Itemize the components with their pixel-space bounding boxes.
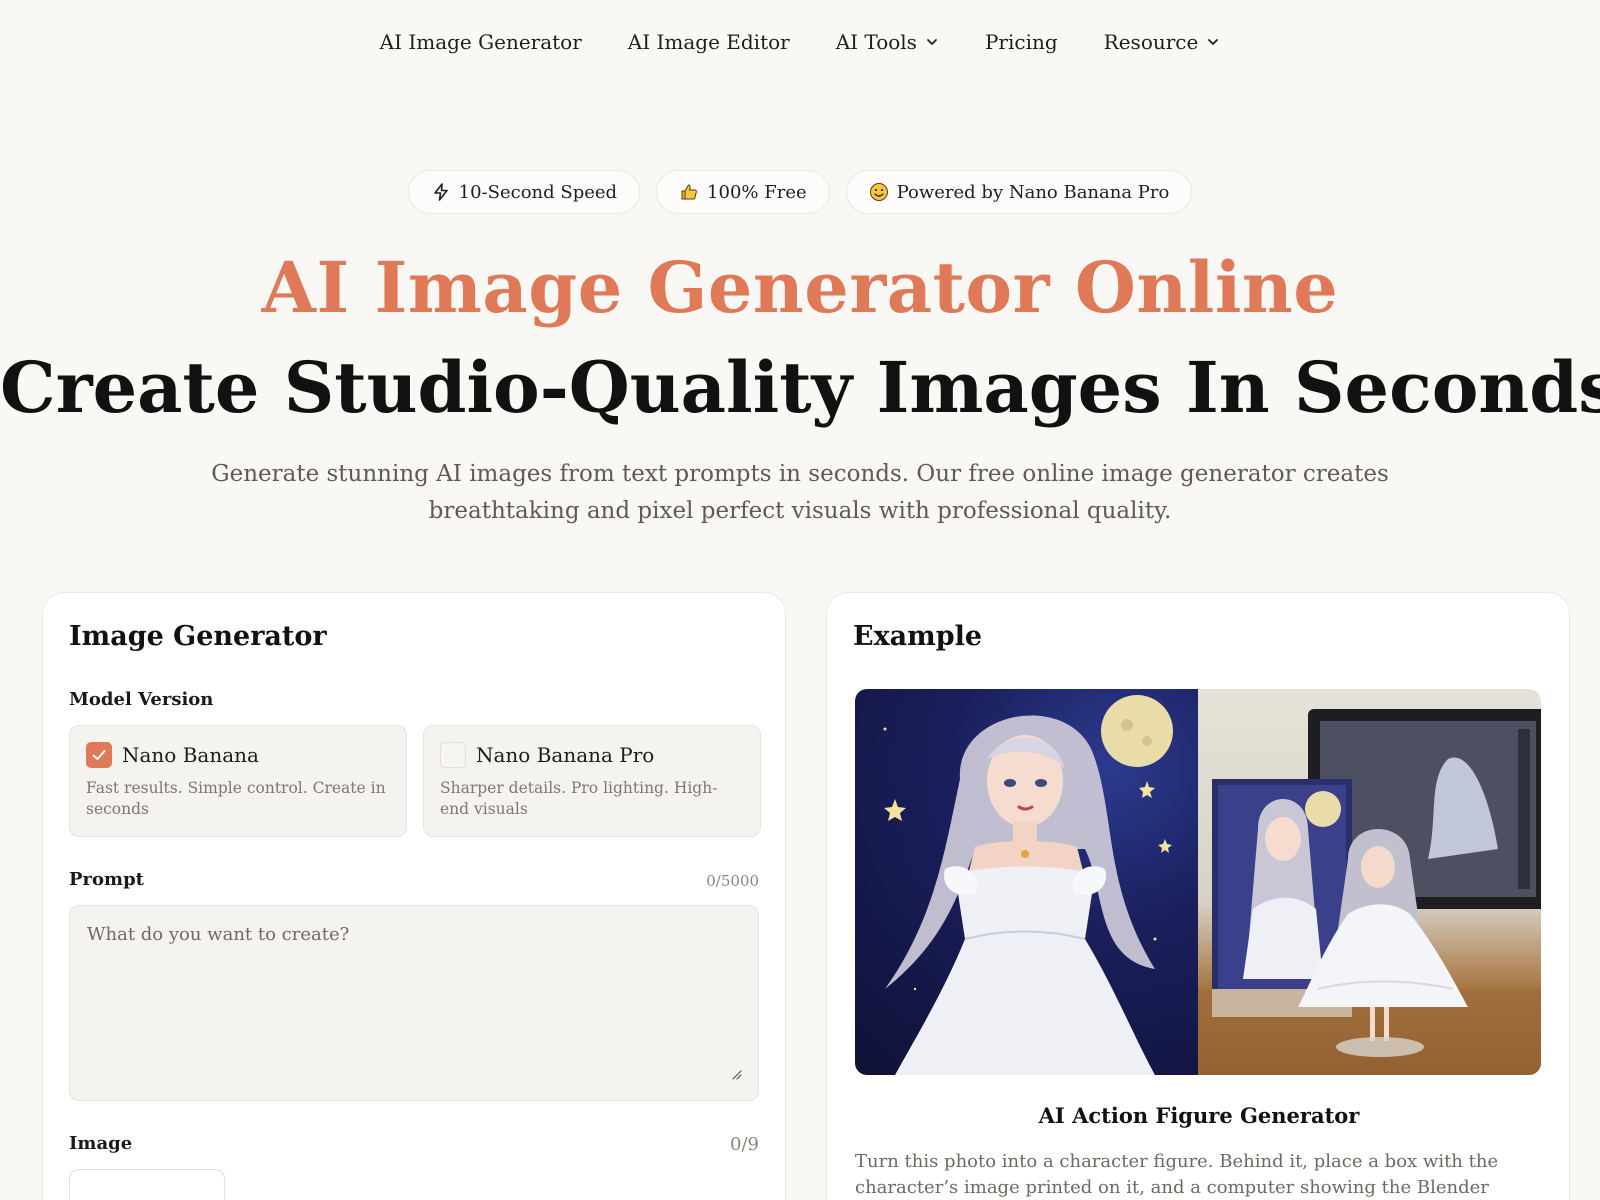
image-label: Image	[69, 1133, 133, 1154]
prompt-placeholder: What do you want to create?	[87, 924, 350, 945]
badge-free: 100% Free	[656, 170, 830, 214]
nav-label: AI Tools	[835, 30, 917, 54]
prompt-textarea[interactable]: What do you want to create?	[69, 905, 759, 1101]
nav-label: Pricing	[984, 30, 1058, 54]
model-option-nano-banana[interactable]: Nano Banana Fast results. Simple control…	[69, 725, 407, 837]
nav-ai-image-generator[interactable]: AI Image Generator	[380, 30, 582, 54]
example-card: Example AI Action Figure Generator Turn …	[826, 592, 1570, 1200]
nav-resource[interactable]: Resource	[1104, 30, 1221, 54]
chevron-down-icon	[927, 39, 937, 45]
hero-title: AI Image Generator Online	[261, 246, 1339, 329]
anime-illustration	[883, 695, 1173, 1075]
model-option-nano-banana-pro[interactable]: Nano Banana Pro Sharper details. Pro lig…	[423, 725, 761, 837]
chevron-down-icon	[1208, 39, 1219, 45]
example-description: Turn this photo into a character figure.…	[855, 1151, 1499, 1198]
badge-label: 100% Free	[707, 181, 807, 203]
nav-ai-image-editor[interactable]: AI Image Editor	[628, 30, 790, 54]
smiley-icon	[869, 183, 888, 201]
image-upload-slot[interactable]	[69, 1169, 225, 1200]
model-description: Sharper details. Pro lighting. High-end …	[440, 779, 718, 818]
resize-grip-icon[interactable]	[730, 1068, 742, 1080]
hero-subtitle: Create Studio-Quality Images In Seconds	[0, 346, 1600, 429]
nav-pricing[interactable]: Pricing	[985, 30, 1058, 54]
nav-label: AI Image Editor	[627, 30, 790, 54]
check-icon	[92, 750, 106, 760]
example-image	[855, 689, 1541, 1075]
badge-label: 10-Second Speed	[458, 181, 618, 203]
badge-speed: 10-Second Speed	[407, 170, 641, 214]
top-nav: AI Image Generator AI Image Editor AI To…	[0, 0, 1600, 84]
example-image-figure-panel	[1198, 689, 1541, 1075]
thumbs-up-icon	[681, 184, 697, 200]
example-image-anime-panel	[855, 689, 1198, 1075]
generator-title: Image Generator	[69, 621, 327, 652]
prompt-label: Prompt	[69, 869, 144, 890]
lightning-icon	[433, 183, 448, 201]
model-name: Nano Banana	[122, 743, 259, 767]
example-title: Example	[853, 621, 983, 652]
image-counter: 0/9	[730, 1134, 759, 1155]
model-version-label: Model Version	[69, 689, 214, 710]
hero-description: Generate stunning AI images from text pr…	[211, 461, 1389, 524]
badge-powered-by: Powered by Nano Banana Pro	[845, 170, 1193, 214]
feature-badges: 10-Second Speed 100% Free Powered by Nan…	[0, 170, 1600, 214]
model-name: Nano Banana Pro	[476, 743, 655, 767]
model-checkbox-checked[interactable]	[86, 742, 112, 768]
model-description: Fast results. Simple control. Create in …	[86, 779, 386, 818]
model-checkbox-unchecked[interactable]	[440, 742, 466, 768]
nav-ai-tools[interactable]: AI Tools	[836, 30, 939, 54]
prompt-char-counter: 0/5000	[706, 872, 759, 890]
badge-label: Powered by Nano Banana Pro	[896, 181, 1170, 203]
action-figure-scene	[1198, 709, 1541, 1075]
nav-label: Resource	[1103, 30, 1199, 54]
nav-label: AI Image Generator	[379, 30, 582, 54]
image-generator-card: Image Generator Model Version Nano Banan…	[42, 592, 786, 1200]
example-caption: AI Action Figure Generator	[1038, 1103, 1360, 1128]
